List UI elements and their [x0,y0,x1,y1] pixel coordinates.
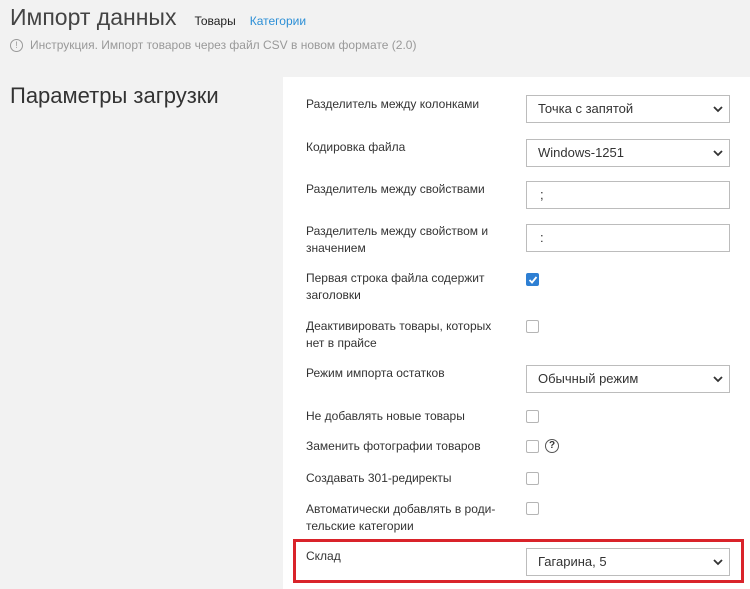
first-row-headers-label: Первая строка файла содержит заголовки [306,271,485,302]
create-redirects-checkbox[interactable] [526,472,539,485]
chevron-down-icon [713,106,723,113]
property-separator-label: Разделитель между свойствами [306,182,485,196]
checkmark-icon [528,276,538,284]
import-settings-panel: Разделитель между колонками Точка с запя… [283,77,750,589]
replace-photos-label: Заменить фотографии товаров [306,439,481,453]
stock-mode-value: Обычный режим [538,371,639,386]
property-value-separator-input[interactable]: : [526,224,730,252]
column-separator-select[interactable]: Точка с запятой [526,95,730,123]
column-separator-value: Точка с запятой [538,101,634,116]
create-redirects-label: Создавать 301-редиректы [306,471,452,485]
help-text[interactable]: Инструкция. Импорт товаров через файл CS… [30,38,416,52]
replace-photos-checkbox[interactable] [526,440,539,453]
first-row-headers-checkbox[interactable] [526,273,539,286]
encoding-label: Кодировка файла [306,140,406,154]
info-icon: ! [10,38,23,52]
column-separator-label: Разделитель между колонками [306,97,480,111]
property-separator-input[interactable]: ; [526,181,730,209]
warehouse-highlight-frame [293,539,744,583]
stock-mode-select[interactable]: Обычный режим [526,365,730,393]
no-new-products-label: Не добавлять новые товары [306,409,465,423]
auto-parent-categories-checkbox[interactable] [526,502,539,515]
question-icon[interactable]: ? [545,439,559,453]
page-title: Импорт данных [10,4,177,30]
chevron-down-icon [713,376,723,383]
encoding-select[interactable]: Windows-1251 [526,139,730,167]
auto-parent-categories-label: Автоматически добавлять в роди-тельские … [306,502,496,533]
no-new-products-checkbox[interactable] [526,410,539,423]
chevron-down-icon [713,150,723,157]
property-value-separator-label: Разделитель между свойством и значением [306,224,489,255]
deactivate-missing-label: Деактивировать товары, которых нет в пра… [306,319,492,350]
help-link[interactable]: ! Инструкция. Импорт товаров через файл … [10,38,416,52]
deactivate-missing-checkbox[interactable] [526,320,539,333]
tab-categories[interactable]: Категории [250,14,306,28]
section-title: Параметры загрузки [10,83,219,108]
tab-products[interactable]: Товары [194,14,235,28]
encoding-value: Windows-1251 [538,145,624,160]
page-header: Импорт данных Товары Категории [10,4,320,31]
stock-mode-label: Режим импорта остатков [306,366,445,380]
